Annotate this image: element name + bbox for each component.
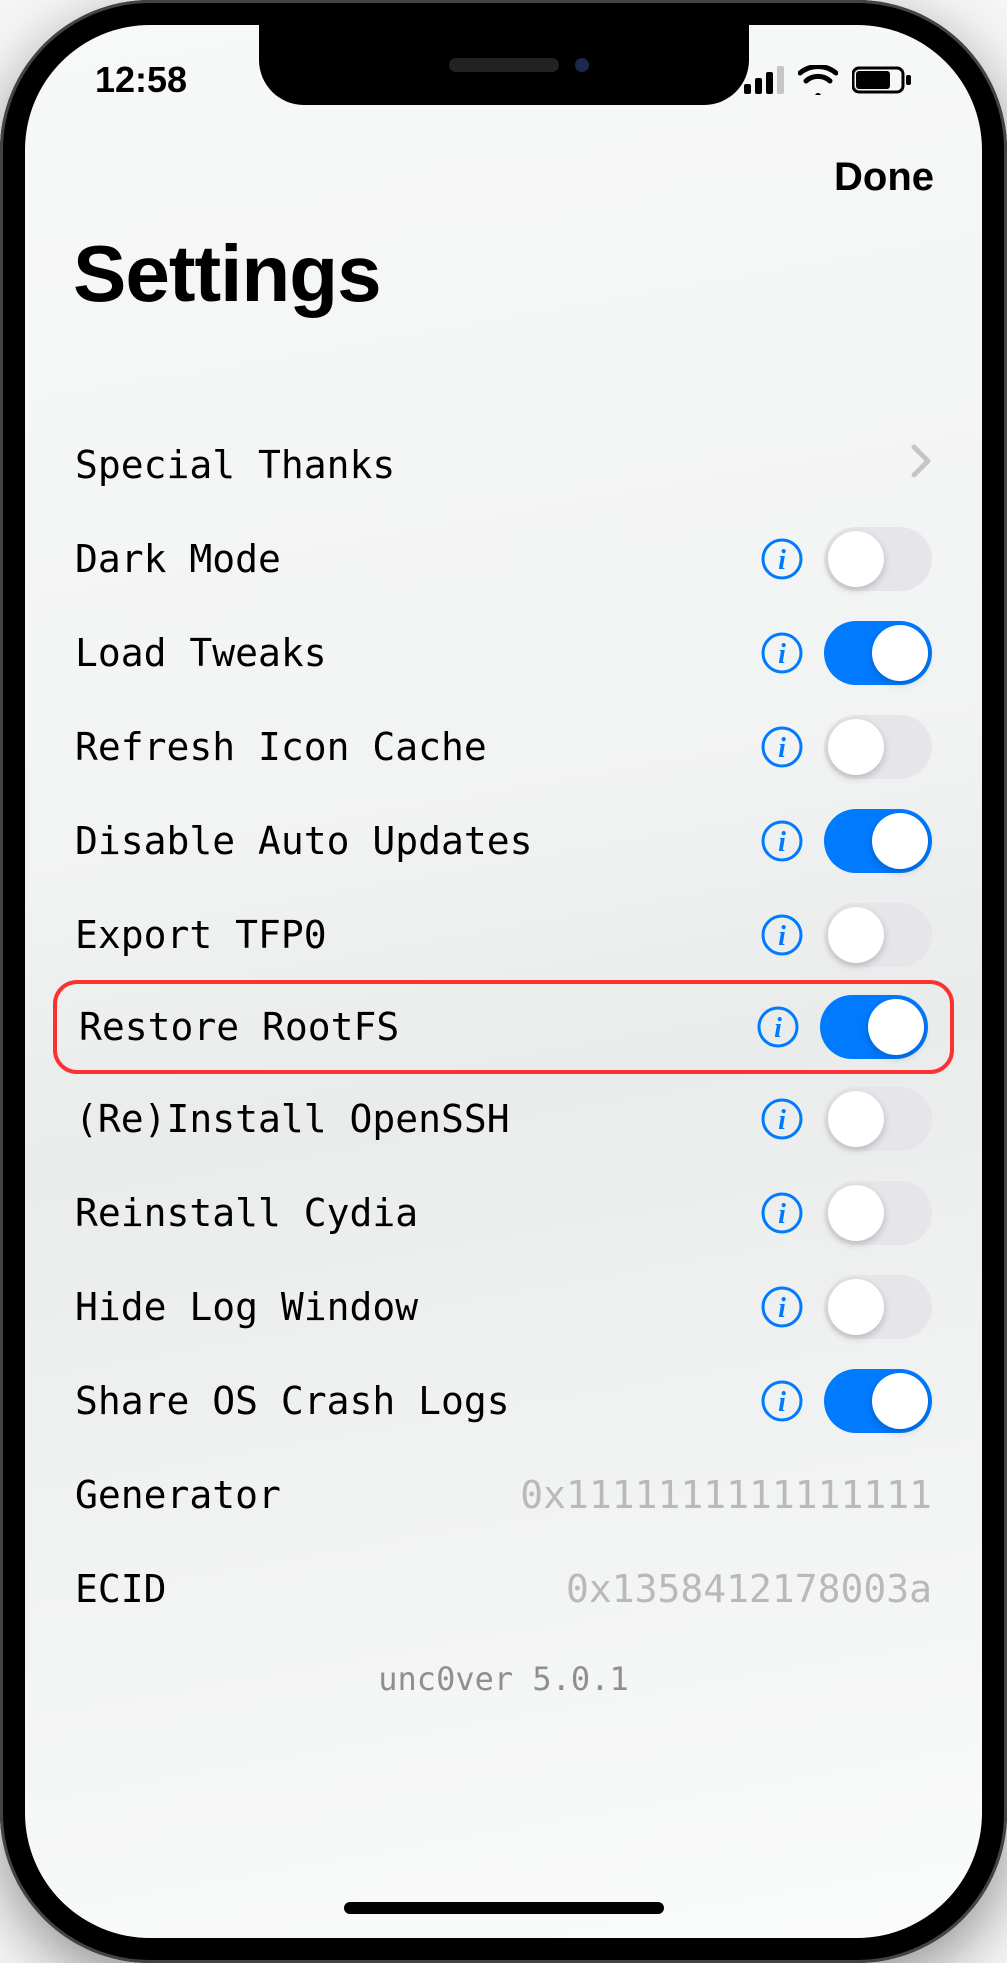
- row-disable-auto-updates: Disable Auto Updates i: [53, 794, 954, 888]
- svg-text:i: i: [774, 1013, 782, 1044]
- row-label: ECID: [75, 1567, 167, 1611]
- version-footer: unc0ver 5.0.1: [53, 1660, 954, 1698]
- info-icon[interactable]: i: [760, 1285, 804, 1329]
- battery-icon: [852, 66, 912, 94]
- device-frame: 12:58: [0, 0, 1007, 1963]
- row-label: Disable Auto Updates: [75, 819, 533, 863]
- cellular-icon: [744, 66, 784, 94]
- row-value: 0x1111111111111111: [520, 1473, 932, 1517]
- notch: [259, 25, 749, 105]
- row-refresh-icon-cache: Refresh Icon Cache i: [53, 700, 954, 794]
- row-hide-log-window: Hide Log Window i: [53, 1260, 954, 1354]
- svg-text:i: i: [778, 733, 786, 764]
- row-value: 0x1358412178003a: [566, 1567, 932, 1611]
- info-icon[interactable]: i: [760, 1097, 804, 1141]
- info-icon[interactable]: i: [760, 1379, 804, 1423]
- toggle-export-tfp0[interactable]: [824, 903, 932, 967]
- info-icon[interactable]: i: [760, 725, 804, 769]
- toggle-disable-auto-updates[interactable]: [824, 809, 932, 873]
- proximity-sensor: [575, 58, 589, 72]
- toggle-restore-rootfs[interactable]: [820, 995, 928, 1059]
- row-reinstall-cydia: Reinstall Cydia i: [53, 1166, 954, 1260]
- status-time: 12:58: [95, 59, 187, 101]
- info-icon[interactable]: i: [760, 819, 804, 863]
- row-label: Restore RootFS: [79, 1005, 399, 1049]
- toggle-reinstall-cydia[interactable]: [824, 1181, 932, 1245]
- toggle-reinstall-openssh[interactable]: [824, 1087, 932, 1151]
- svg-text:i: i: [778, 827, 786, 858]
- status-right: [744, 59, 912, 101]
- row-label: Reinstall Cydia: [75, 1191, 418, 1235]
- row-label: (Re)Install OpenSSH: [75, 1097, 510, 1141]
- svg-text:i: i: [778, 1293, 786, 1324]
- row-label: Special Thanks: [75, 443, 395, 487]
- row-label: Dark Mode: [75, 537, 281, 581]
- row-label: Export TFP0: [75, 913, 327, 957]
- row-label: Share OS Crash Logs: [75, 1379, 510, 1423]
- row-label: Refresh Icon Cache: [75, 725, 487, 769]
- toggle-hide-log-window[interactable]: [824, 1275, 932, 1339]
- svg-text:i: i: [778, 921, 786, 952]
- settings-list[interactable]: Special Thanks Dark Mode i: [25, 418, 982, 1698]
- row-label: Load Tweaks: [75, 631, 327, 675]
- home-indicator[interactable]: [344, 1902, 664, 1914]
- wifi-icon: [798, 65, 838, 95]
- row-load-tweaks: Load Tweaks i: [53, 606, 954, 700]
- speaker-grille: [449, 58, 559, 72]
- row-label: Generator: [75, 1473, 281, 1517]
- device-screen: 12:58: [25, 25, 982, 1938]
- toggle-load-tweaks[interactable]: [824, 621, 932, 685]
- row-ecid[interactable]: ECID 0x1358412178003a: [53, 1542, 954, 1636]
- info-icon[interactable]: i: [760, 537, 804, 581]
- row-label: Hide Log Window: [75, 1285, 418, 1329]
- toggle-dark-mode[interactable]: [824, 527, 932, 591]
- row-restore-rootfs: Restore RootFS i: [53, 980, 954, 1074]
- row-reinstall-openssh: (Re)Install OpenSSH i: [53, 1072, 954, 1166]
- row-export-tfp0: Export TFP0 i: [53, 888, 954, 982]
- svg-text:i: i: [778, 1199, 786, 1230]
- done-button[interactable]: Done: [834, 155, 934, 200]
- screen-content: Done Settings Special Thanks Dark Mode: [25, 25, 982, 1938]
- svg-text:i: i: [778, 1105, 786, 1136]
- info-icon[interactable]: i: [760, 631, 804, 675]
- info-icon[interactable]: i: [756, 1005, 800, 1049]
- row-dark-mode: Dark Mode i: [53, 512, 954, 606]
- info-icon[interactable]: i: [760, 1191, 804, 1235]
- row-special-thanks[interactable]: Special Thanks: [53, 418, 954, 512]
- row-generator[interactable]: Generator 0x1111111111111111: [53, 1448, 954, 1542]
- info-icon[interactable]: i: [760, 913, 804, 957]
- toggle-share-crash-logs[interactable]: [824, 1369, 932, 1433]
- svg-text:i: i: [778, 1387, 786, 1418]
- page-title: Settings: [25, 200, 982, 328]
- chevron-right-icon: [910, 440, 932, 490]
- svg-text:i: i: [778, 639, 786, 670]
- svg-text:i: i: [778, 545, 786, 576]
- row-share-crash-logs: Share OS Crash Logs i: [53, 1354, 954, 1448]
- toggle-refresh-icon-cache[interactable]: [824, 715, 932, 779]
- nav-row: Done: [25, 135, 982, 200]
